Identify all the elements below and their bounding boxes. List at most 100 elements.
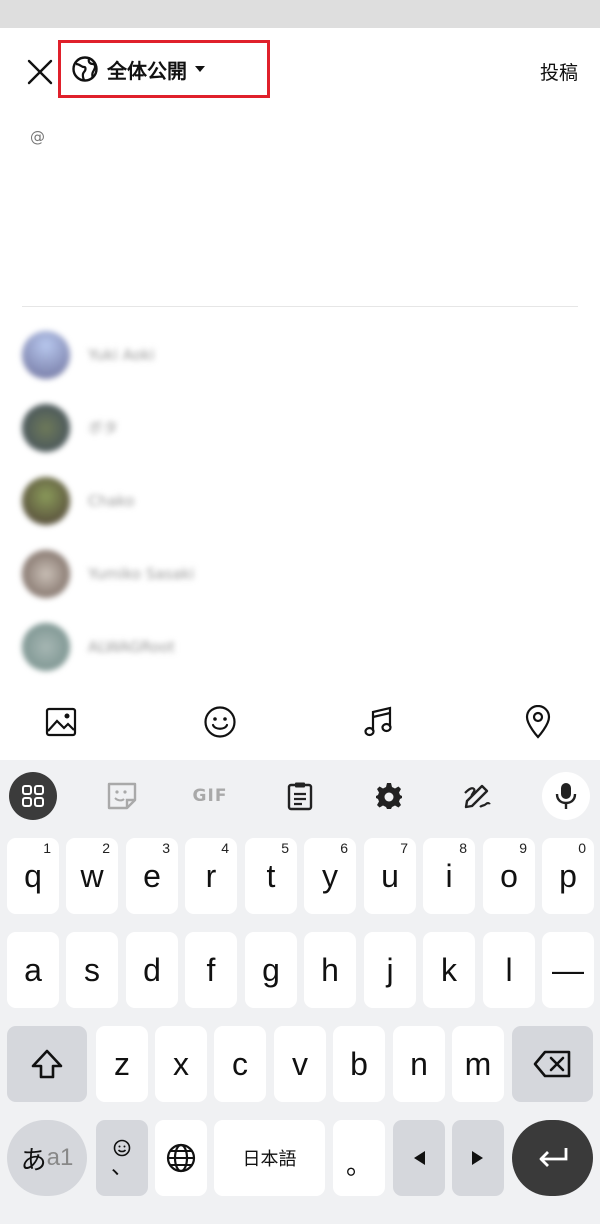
key-e[interactable]: e3 [126,838,178,914]
language-switch-key[interactable] [155,1120,207,1196]
suggestion-item[interactable]: ALWAGRoot [22,610,578,683]
attachment-toolbar [0,688,600,758]
key-hint: 2 [102,840,110,856]
suggestion-name: Chako [88,491,135,510]
key-b[interactable]: b [333,1026,385,1102]
post-button[interactable]: 投稿 [540,58,578,85]
add-music-button[interactable] [360,704,396,740]
key-h[interactable]: h [304,932,356,1008]
globe-icon [72,56,98,82]
key-x[interactable]: x [155,1026,207,1102]
period-key[interactable]: 。 [333,1120,385,1196]
avatar [22,622,70,671]
add-location-button[interactable] [520,704,556,740]
avatar [22,476,70,525]
voice-input-button[interactable] [542,772,590,820]
image-icon [45,707,77,737]
keyboard-toolbar: GIF [0,760,600,830]
key-c[interactable]: c [214,1026,266,1102]
key-g[interactable]: g [245,932,297,1008]
sticker-icon [107,782,137,810]
grid-icon [22,785,44,807]
visibility-selector[interactable]: 全体公開 [58,40,270,98]
key-label: u [381,857,399,894]
key-a[interactable]: a [7,932,59,1008]
mode-hiragana-label: あ [20,1144,47,1175]
add-image-button[interactable] [43,704,79,740]
emoji-comma-key[interactable]: 、 [96,1120,148,1196]
clipboard-button[interactable] [276,772,324,820]
gear-icon [376,783,402,809]
clipboard-icon [287,782,313,811]
location-icon [525,705,551,739]
backspace-key[interactable] [512,1026,593,1102]
suggestion-name: ボタ [88,419,119,437]
backspace-icon [533,1050,570,1078]
key-label: t [266,857,276,894]
key-label: r [205,857,217,894]
suggestion-name: ALWAGRoot [88,637,175,656]
key-d[interactable]: d [126,932,178,1008]
key-hint: 1 [43,840,51,856]
comma-label: 、 [110,1154,133,1179]
sticker-button[interactable] [98,772,146,820]
enter-icon [539,1148,567,1167]
suggestion-item[interactable]: Chako [22,464,578,537]
suggestion-item[interactable]: Yumiko Sasaki [22,537,578,610]
soft-keyboard: GIF q 1 w 2 e 3 r 4 t 5 y 6 u 7 i 8 o 9 … [0,760,600,1224]
settings-button[interactable] [365,772,413,820]
divider [22,306,578,307]
key-w[interactable]: w2 [66,838,118,914]
key-o[interactable]: o9 [483,838,535,914]
key-p[interactable]: p0 [542,838,594,914]
suggestion-item[interactable]: Yuki Aoki [22,318,578,391]
cursor-left-key[interactable] [393,1120,445,1196]
mode-alpha-label: a1 [46,1144,74,1171]
post-text-input[interactable]: @ [30,128,45,146]
avatar [22,549,70,598]
key-j[interactable]: j [364,932,416,1008]
key-i[interactable]: i8 [423,838,475,914]
keyboard-menu-button[interactable] [9,772,57,820]
input-mode-key[interactable]: あ a1 [7,1120,87,1196]
gif-label: GIF [192,786,228,806]
shift-key[interactable] [7,1026,87,1102]
key-n[interactable]: n [393,1026,445,1102]
key-z[interactable]: z [96,1026,148,1102]
key-hint: 7 [400,840,408,856]
key-m[interactable]: m [452,1026,504,1102]
key-label: w [80,857,104,894]
space-key[interactable]: 日本語 [214,1120,325,1196]
add-emoji-button[interactable] [202,704,238,740]
key-l[interactable]: l [483,932,535,1008]
key-hint: 3 [162,840,170,856]
key-v[interactable]: v [274,1026,326,1102]
close-icon [27,59,53,85]
handwriting-icon [464,784,491,809]
key-u[interactable]: u7 [364,838,416,914]
enter-key[interactable] [512,1120,593,1196]
status-bar [0,0,600,28]
mention-suggestion-list: Yuki Aoki ボタ Chako Yumiko Sasaki ALWAGRo… [22,318,578,683]
key-s[interactable]: s [66,932,118,1008]
key-dash[interactable]: — [542,932,594,1008]
close-button[interactable] [20,52,60,92]
key-r[interactable]: r4 [185,838,237,914]
key-hint: 4 [221,840,229,856]
key-t[interactable]: t5 [245,838,297,914]
gif-button[interactable]: GIF [186,772,234,820]
microphone-icon [555,783,577,809]
suggestion-item[interactable]: ボタ [22,391,578,464]
arrow-left-icon [414,1151,425,1165]
handwriting-button[interactable] [453,772,501,820]
key-f[interactable]: f [185,932,237,1008]
key-y[interactable]: y6 [304,838,356,914]
avatar [22,403,70,452]
key-k[interactable]: k [423,932,475,1008]
key-label: o [500,857,518,894]
suggestion-name: Yumiko Sasaki [88,564,195,583]
key-label: q [24,857,42,894]
suggestion-name: Yuki Aoki [88,345,155,364]
cursor-right-key[interactable] [452,1120,504,1196]
key-q[interactable]: q1 [7,838,59,914]
